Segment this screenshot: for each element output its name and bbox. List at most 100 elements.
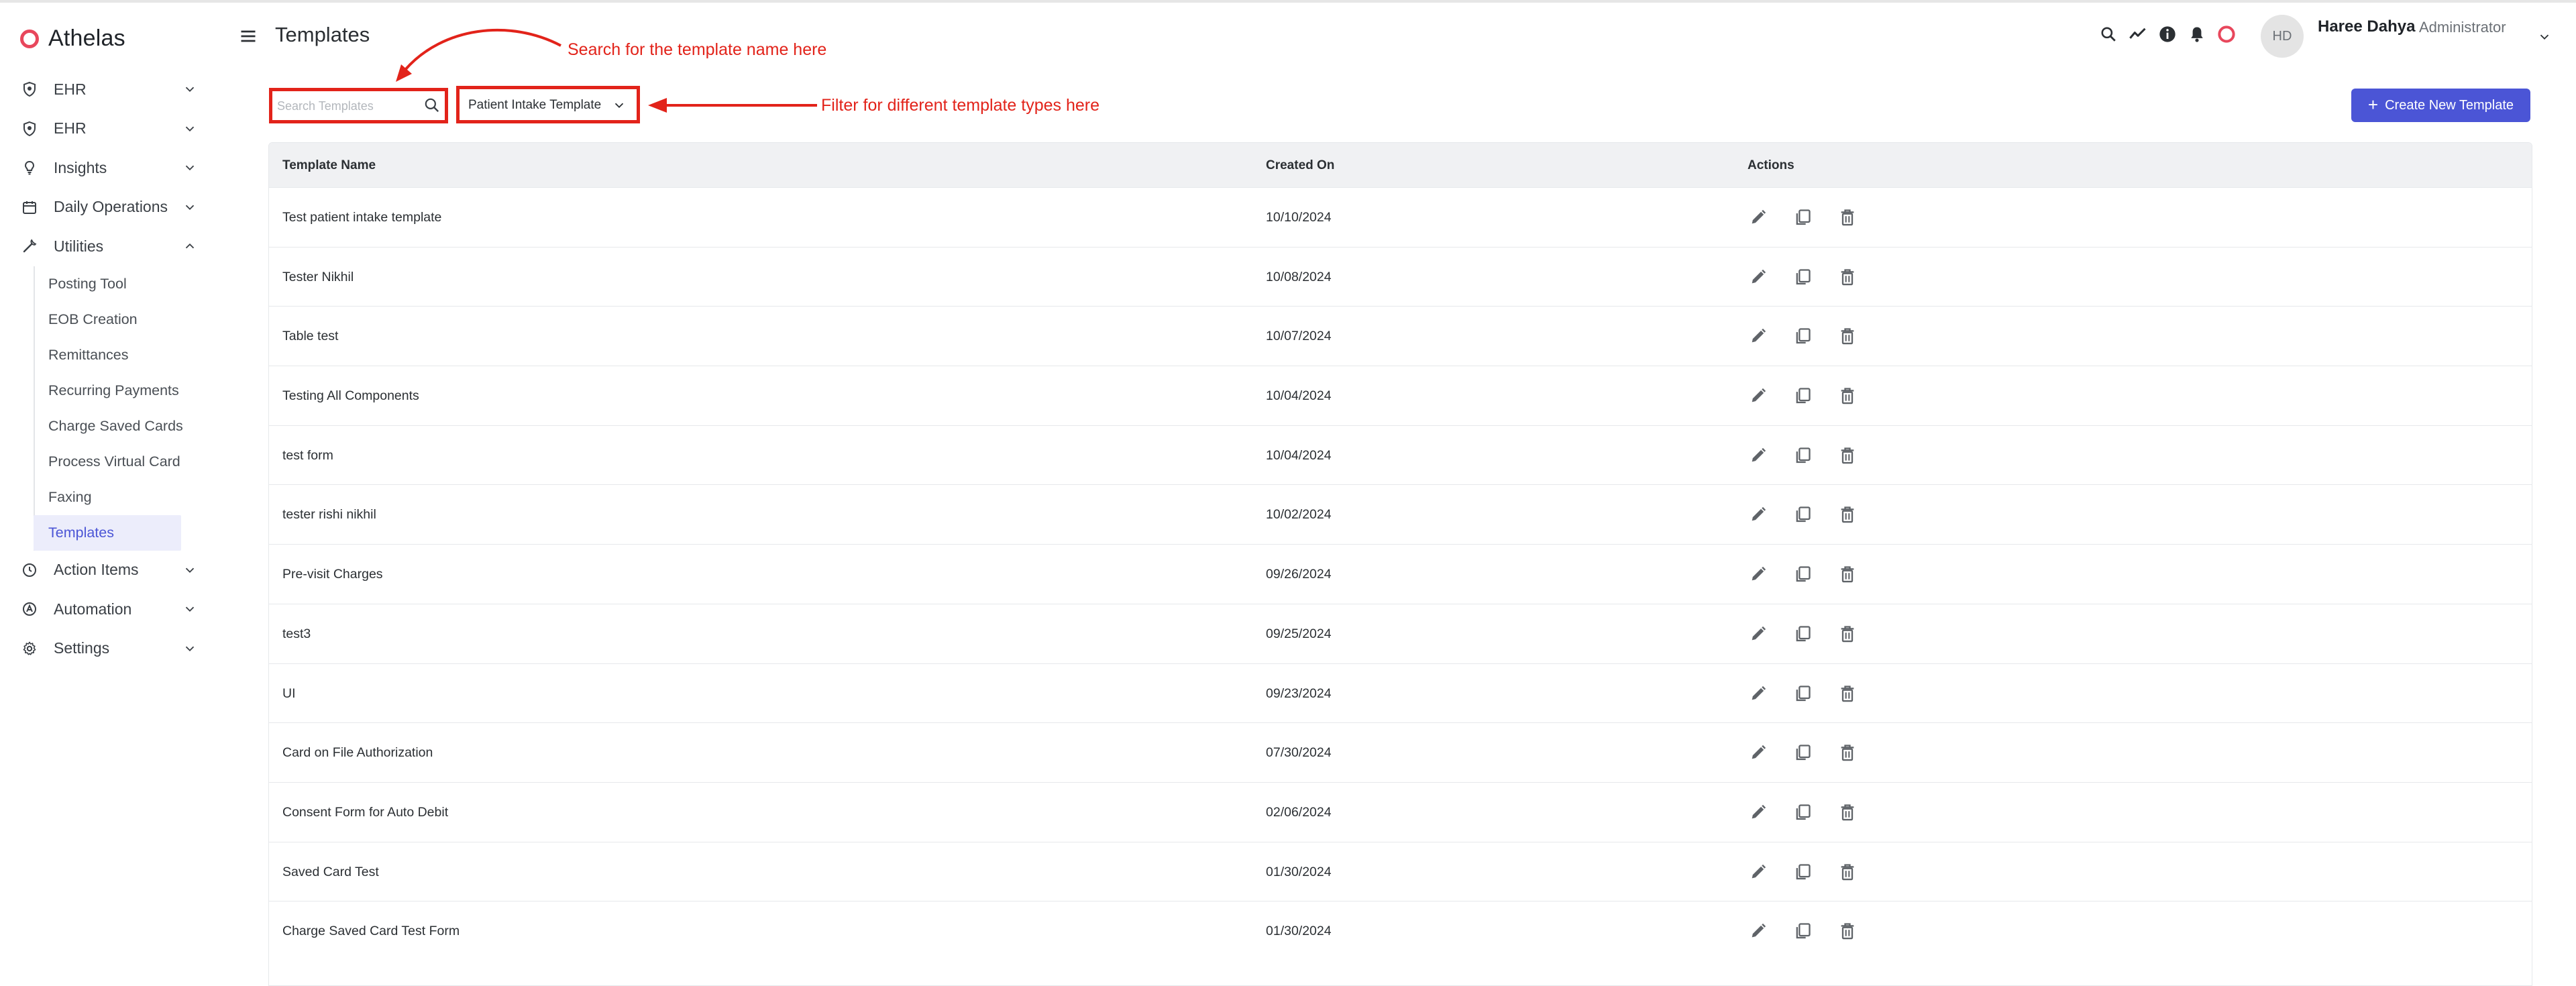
edit-icon[interactable] xyxy=(1749,684,1768,703)
delete-icon[interactable] xyxy=(1838,565,1857,584)
chevron-down-icon[interactable] xyxy=(182,641,197,656)
copy-icon[interactable] xyxy=(1793,505,1812,524)
table-row[interactable]: test3 09/25/2024 xyxy=(269,603,2532,663)
created-on-cell: 10/02/2024 xyxy=(1266,507,1332,523)
edit-icon[interactable] xyxy=(1749,624,1768,643)
delete-icon[interactable] xyxy=(1838,446,1857,465)
edit-icon[interactable] xyxy=(1749,505,1768,524)
search-annotation-text: Search for the template name here xyxy=(568,40,827,59)
sidebar-item-settings[interactable]: Settings xyxy=(0,629,221,669)
edit-icon[interactable] xyxy=(1749,268,1768,286)
sidebar-subitem-faxing[interactable]: Faxing xyxy=(0,480,221,515)
sidebar-subitem-templates[interactable]: Templates xyxy=(34,514,181,551)
table-row[interactable]: Card on File Authorization 07/30/2024 xyxy=(269,722,2532,782)
sidebar-item-utilities[interactable]: Utilities xyxy=(0,227,221,266)
delete-icon[interactable] xyxy=(1838,327,1857,345)
chevron-up-icon[interactable] xyxy=(182,239,197,254)
sidebar-subitem-eob-creation[interactable]: EOB Creation xyxy=(0,302,221,337)
created-on-cell: 01/30/2024 xyxy=(1266,924,1332,939)
sidebar-subitem-charge-saved-cards[interactable]: Charge Saved Cards xyxy=(0,408,221,444)
created-on-cell: 10/07/2024 xyxy=(1266,329,1332,344)
table-row[interactable]: Pre-visit Charges 09/26/2024 xyxy=(269,544,2532,604)
created-on-cell: 07/30/2024 xyxy=(1266,745,1332,761)
table-row[interactable]: UI 09/23/2024 xyxy=(269,663,2532,723)
copy-icon[interactable] xyxy=(1793,743,1812,762)
edit-icon[interactable] xyxy=(1749,743,1768,762)
edit-icon[interactable] xyxy=(1749,208,1768,227)
copy-icon[interactable] xyxy=(1793,565,1812,584)
column-header-template-name[interactable]: Template Name xyxy=(282,158,376,173)
table-row[interactable]: Consent Form for Auto Debit 02/06/2024 xyxy=(269,781,2532,842)
edit-icon[interactable] xyxy=(1749,327,1768,345)
sidebar-subitem-remittances[interactable]: Remittances xyxy=(0,337,221,373)
chevron-down-icon[interactable] xyxy=(182,563,197,578)
clock-icon xyxy=(20,561,39,580)
table-row[interactable]: Test patient intake template 10/10/2024 xyxy=(269,187,2532,247)
edit-icon[interactable] xyxy=(1749,803,1768,822)
delete-icon[interactable] xyxy=(1838,863,1857,881)
edit-icon[interactable] xyxy=(1749,863,1768,881)
table-row[interactable]: Table test 10/07/2024 xyxy=(269,306,2532,366)
copy-icon[interactable] xyxy=(1793,803,1812,822)
template-name-cell[interactable]: Saved Card Test xyxy=(282,865,379,880)
sidebar-subitem-process-virtual-card[interactable]: Process Virtual Card xyxy=(0,444,221,480)
table-row[interactable]: Saved Card Test 01/30/2024 xyxy=(269,841,2532,901)
copy-icon[interactable] xyxy=(1793,863,1812,881)
template-name-cell[interactable]: Test patient intake template xyxy=(282,210,441,225)
table-row[interactable]: Tester Nikhil 10/08/2024 xyxy=(269,246,2532,307)
copy-icon[interactable] xyxy=(1793,208,1812,227)
sidebar-subitem-posting-tool[interactable]: Posting Tool xyxy=(0,266,221,302)
copy-icon[interactable] xyxy=(1793,386,1812,405)
template-name-cell[interactable]: UI xyxy=(282,686,296,702)
table-row[interactable]: test form 10/04/2024 xyxy=(269,425,2532,485)
delete-icon[interactable] xyxy=(1838,922,1857,940)
created-on-cell: 09/26/2024 xyxy=(1266,567,1332,582)
created-on-cell: 10/08/2024 xyxy=(1266,269,1332,284)
template-name-cell[interactable]: Charge Saved Card Test Form xyxy=(282,924,460,939)
column-header-created-on[interactable]: Created On xyxy=(1266,158,1334,173)
table-row[interactable]: tester rishi nikhil 10/02/2024 xyxy=(269,484,2532,544)
delete-icon[interactable] xyxy=(1838,208,1857,227)
plus-icon: + xyxy=(2367,94,2379,115)
chevron-down-icon[interactable] xyxy=(182,602,197,616)
chevron-down-icon[interactable] xyxy=(182,200,197,215)
sidebar-subitem-recurring-payments[interactable]: Recurring Payments xyxy=(0,373,221,408)
copy-icon[interactable] xyxy=(1793,446,1812,465)
delete-icon[interactable] xyxy=(1838,268,1857,286)
delete-icon[interactable] xyxy=(1838,743,1857,762)
template-name-cell[interactable]: Card on File Authorization xyxy=(282,745,433,761)
delete-icon[interactable] xyxy=(1838,624,1857,643)
sidebar-item-action-items[interactable]: Action Items xyxy=(0,551,221,590)
template-name-cell[interactable]: Table test xyxy=(282,329,338,344)
create-new-template-button[interactable]: + Create New Template xyxy=(2351,89,2530,122)
edit-icon[interactable] xyxy=(1749,446,1768,465)
template-name-cell[interactable]: test3 xyxy=(282,626,311,642)
delete-icon[interactable] xyxy=(1838,684,1857,703)
copy-icon[interactable] xyxy=(1793,684,1812,703)
delete-icon[interactable] xyxy=(1838,386,1857,405)
filter-annotation-text: Filter for different template types here xyxy=(821,96,1100,115)
template-name-cell[interactable]: Pre-visit Charges xyxy=(282,567,383,582)
table-row[interactable]: Testing All Components 10/04/2024 xyxy=(269,366,2532,425)
sidebar-item-label: Settings xyxy=(54,639,110,657)
wrench-icon xyxy=(20,237,39,256)
edit-icon[interactable] xyxy=(1749,565,1768,584)
delete-icon[interactable] xyxy=(1838,803,1857,822)
created-on-cell: 09/23/2024 xyxy=(1266,686,1332,701)
copy-icon[interactable] xyxy=(1793,922,1812,940)
template-name-cell[interactable]: Consent Form for Auto Debit xyxy=(282,805,448,820)
edit-icon[interactable] xyxy=(1749,922,1768,940)
template-name-cell[interactable]: tester rishi nikhil xyxy=(282,507,376,523)
copy-icon[interactable] xyxy=(1793,268,1812,286)
copy-icon[interactable] xyxy=(1793,624,1812,643)
delete-icon[interactable] xyxy=(1838,505,1857,524)
sidebar-item-automation[interactable]: Automation xyxy=(0,590,221,629)
edit-icon[interactable] xyxy=(1749,386,1768,405)
copy-icon[interactable] xyxy=(1793,327,1812,345)
automation-icon xyxy=(20,600,39,618)
sidebar-item-label: Action Items xyxy=(54,561,139,579)
template-name-cell[interactable]: Testing All Components xyxy=(282,388,419,404)
template-name-cell[interactable]: Tester Nikhil xyxy=(282,270,354,285)
template-name-cell[interactable]: test form xyxy=(282,448,333,463)
table-row[interactable]: Charge Saved Card Test Form 01/30/2024 xyxy=(269,901,2532,961)
